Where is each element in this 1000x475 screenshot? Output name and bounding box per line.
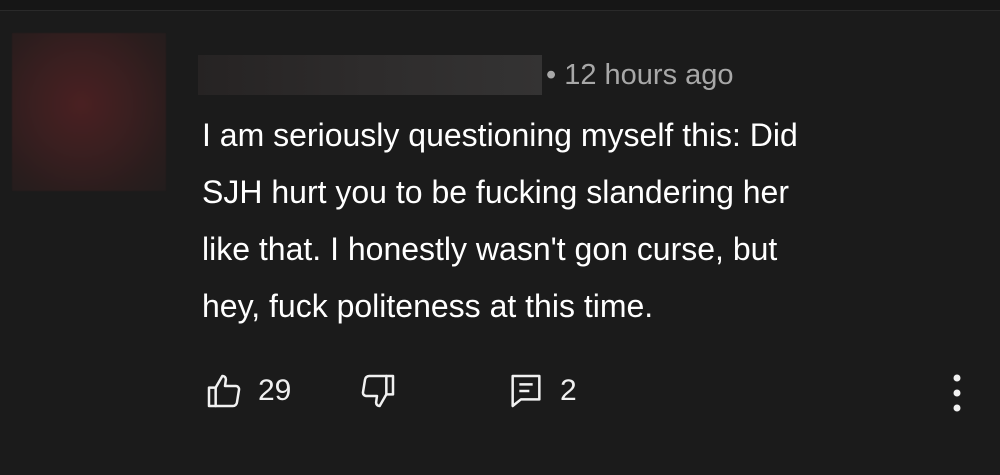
comment-timestamp: • 12 hours ago [546, 59, 734, 91]
avatar[interactable] [12, 33, 166, 191]
dislike-button[interactable] [358, 361, 398, 421]
thumbs-up-icon [204, 371, 244, 411]
reply-count: 2 [560, 374, 577, 407]
comment-card: • 12 hours ago I am seriously questionin… [0, 11, 1000, 475]
comment-icon [506, 371, 546, 411]
comment-line: hey, fuck politeness at this time. [202, 288, 654, 324]
like-button[interactable]: 29 [204, 361, 291, 421]
top-divider [0, 0, 1000, 11]
reply-button[interactable]: 2 [506, 361, 577, 421]
comment-line: like that. I honestly wasn't gon curse, … [202, 231, 778, 267]
like-count: 29 [258, 374, 292, 407]
comment-line: SJH hurt you to be fucking slandering he… [202, 174, 789, 210]
more-vertical-icon [944, 371, 970, 415]
thumbs-down-icon [358, 371, 398, 411]
comment-line: I am seriously questioning myself this: … [202, 117, 798, 153]
comment-text: I am seriously questioning myself this: … [202, 107, 962, 335]
more-options-button[interactable] [944, 371, 970, 415]
author-name-redacted[interactable] [198, 55, 542, 95]
comment-actions: 29 2 [0, 361, 1000, 421]
